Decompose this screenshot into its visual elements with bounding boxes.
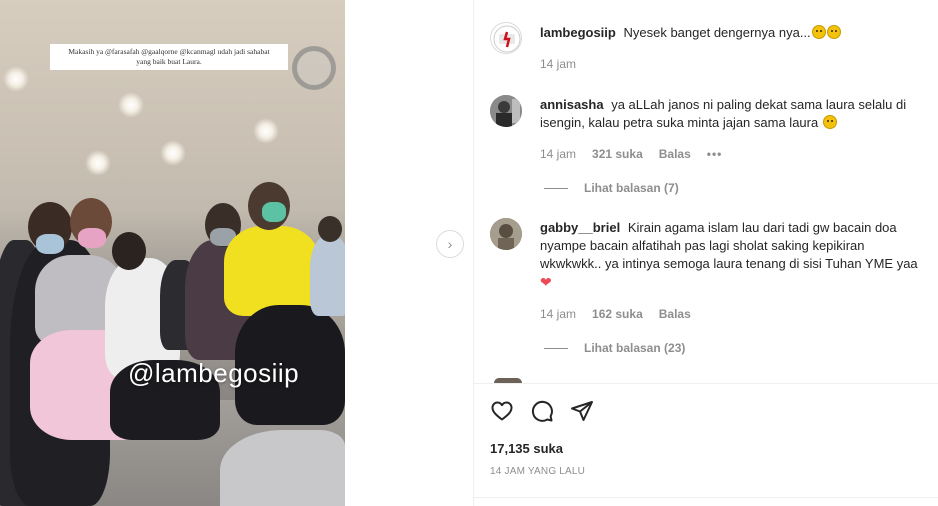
ceiling-light [160,140,186,166]
post-timestamp[interactable]: 14 JAM YANG LALU [490,466,585,477]
ceiling-light [3,66,29,92]
mask-shape [262,202,286,222]
person-shape [224,226,320,316]
user-photo-icon [490,95,522,127]
ceiling-light [85,150,111,176]
comment-bubble-icon[interactable] [530,399,554,423]
lambegosiip-logo-icon [493,25,521,53]
sad-face-emoji-icon [826,25,841,39]
post-video[interactable]: Makasih ya @farasafah @gaalqorne @kcanma… [0,0,345,506]
comment-2-text: gabby__briel Kirain agama islam lau dari… [540,219,920,292]
view-replies-button[interactable]: Lihat balasan (7) [544,181,679,195]
overlay-line-2: yang baik buat Laura. [136,57,202,66]
red-heart-emoji-icon: ❤ [540,274,552,290]
reply-button[interactable]: Balas [659,147,691,161]
avatar[interactable] [490,95,522,127]
avatar[interactable] [490,218,522,250]
watermark: @lambegosiip [128,358,300,388]
caption-text: Nyesek banget dengernya nya... [623,25,811,40]
mask-shape [36,234,64,254]
like-count[interactable]: 17,135 suka [490,441,563,456]
user-photo-icon [490,218,522,250]
ceiling-light [253,118,279,144]
record-indicator-icon [292,46,336,90]
caption-time[interactable]: 14 jam [540,57,576,71]
reply-button[interactable]: Balas [659,307,691,321]
comment-username[interactable]: annisasha [540,97,604,112]
actions-divider [474,383,938,384]
comment-time[interactable]: 14 jam [540,147,576,161]
replies-line [544,187,568,189]
sad-face-emoji-icon [822,115,837,129]
comment-time[interactable]: 14 jam [540,307,576,321]
comment-2-meta: 14 jam 162 suka Balas [540,307,707,321]
replies-line [544,347,568,349]
mask-shape [78,228,106,248]
sad-face-emoji-icon [811,25,826,39]
ceiling-light [118,92,144,118]
comment-1-meta: 14 jam 321 suka Balas ••• [540,147,738,161]
bottom-divider [474,497,938,498]
view-replies-label: Lihat balasan (7) [584,181,679,195]
comments-panel: lambegosiip Nyesek banget dengernya nya.… [474,0,938,506]
next-media-button[interactable]: › [436,230,464,258]
head-shape [112,232,146,270]
video-overlay-caption: Makasih ya @farasafah @gaalqorne @kcanma… [50,44,288,70]
overlay-line-1: Makasih ya @farasafah @gaalqorne @kcanma… [68,47,270,56]
comment-1-text: annisasha ya aLLah janos ni paling dekat… [540,96,920,132]
more-options-icon[interactable]: ••• [707,147,723,161]
comment-username[interactable]: gabby__briel [540,220,620,235]
post-caption: lambegosiip Nyesek banget dengernya nya.… [540,24,920,42]
paper-plane-icon[interactable] [570,399,594,423]
chevron-right-icon: › [447,236,453,252]
action-bar [490,399,594,423]
avatar[interactable] [490,22,522,54]
caption-username[interactable]: lambegosiip [540,25,616,40]
person-shape [310,236,345,316]
view-replies-button[interactable]: Lihat balasan (23) [544,341,685,355]
comment-likes[interactable]: 162 suka [592,307,643,321]
comment-likes[interactable]: 321 suka [592,147,643,161]
head-shape [318,216,342,242]
heart-outline-icon[interactable] [490,399,514,423]
caption-meta: 14 jam [540,57,592,71]
view-replies-label: Lihat balasan (23) [584,341,686,355]
foreground-shape [220,430,345,506]
